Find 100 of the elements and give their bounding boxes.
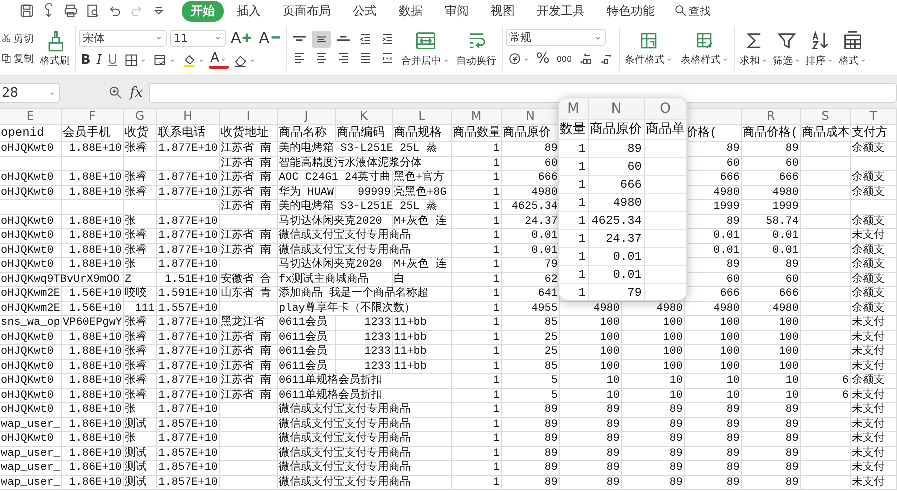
zoom-button[interactable] xyxy=(108,85,124,101)
merge-center-button[interactable]: 合并居中 xyxy=(400,28,452,68)
column-header[interactable]: E xyxy=(0,109,62,125)
font-name-dropdown[interactable]: 宋体 xyxy=(79,30,167,46)
table-style-button[interactable]: 表格样式 xyxy=(679,30,732,68)
column-header[interactable]: L xyxy=(393,109,452,125)
increase-font-button[interactable]: A xyxy=(229,28,254,48)
empty-cell xyxy=(220,461,278,476)
table-cell: 1 xyxy=(452,388,502,403)
table-cell: 未支付 xyxy=(851,476,897,490)
empty-cell xyxy=(801,360,851,374)
column-header[interactable]: S xyxy=(801,109,851,125)
table-cell: 1.88E+10 xyxy=(62,258,124,272)
table-cell: 89 xyxy=(685,446,742,461)
table-cell: 1233 xyxy=(336,316,393,330)
table-cell: oHJQKwm2E xyxy=(0,302,62,316)
table-cell: 100 xyxy=(560,316,622,330)
table-cell: 89 xyxy=(742,258,801,272)
table-cell: oHJQKwt0 xyxy=(0,229,62,244)
table-cell: 1.857E+10 xyxy=(157,418,220,432)
column-header[interactable]: M xyxy=(452,109,502,125)
search-button[interactable]: 查找 xyxy=(674,0,711,22)
table-cell: oHJQKwt0 xyxy=(0,214,62,229)
table-cell: wap_user_ xyxy=(0,476,62,490)
cut-button[interactable]: 剪切 xyxy=(0,30,35,46)
underline-button[interactable]: U xyxy=(106,52,120,69)
table-cell: 未支付 xyxy=(851,345,897,360)
ribbon-tab[interactable]: 视图 xyxy=(482,0,524,22)
wrap-text-button[interactable]: 自动换行 xyxy=(454,28,499,68)
column-header[interactable]: T xyxy=(851,109,897,125)
column-header[interactable]: I xyxy=(220,109,278,125)
column-header[interactable]: J xyxy=(278,109,336,125)
font-color-button[interactable]: A xyxy=(208,52,230,69)
table-cell: 100 xyxy=(560,330,622,345)
empty-cell xyxy=(851,156,897,171)
empty-cell xyxy=(801,214,851,229)
decrease-font-button[interactable]: A xyxy=(257,28,283,48)
thousands-button[interactable]: 000 xyxy=(554,54,574,64)
table-cell: oHJQKwt0 xyxy=(0,142,62,156)
formula-input[interactable] xyxy=(149,83,897,103)
table-cell: 1 xyxy=(559,140,589,158)
caret-icon xyxy=(168,58,176,63)
table-cell: 江苏省 南 xyxy=(220,156,278,171)
caret-icon xyxy=(220,56,228,62)
ribbon-tab[interactable]: 公式 xyxy=(344,0,386,22)
ribbon-tab[interactable]: 数据 xyxy=(390,0,432,22)
table-cell: oHJQKwt0 xyxy=(0,403,62,418)
column-header[interactable]: K xyxy=(336,109,393,125)
table-cell: 4980 xyxy=(742,302,801,316)
filter-button[interactable]: 筛选 xyxy=(771,28,804,68)
ribbon-tab[interactable]: 页面布局 xyxy=(274,0,340,22)
merge-cells-icon xyxy=(414,30,437,52)
ribbon-tab[interactable]: 审阅 xyxy=(436,0,478,22)
table-cell: 89 xyxy=(685,418,742,432)
table-cell: 1 xyxy=(452,418,502,432)
table-cell: 89 xyxy=(742,476,801,490)
table-header-cell: 联系电话 xyxy=(157,125,220,142)
print-preview-icon xyxy=(85,3,101,19)
table-cell: 89 xyxy=(560,403,622,418)
table-cell: 1.86E+10 xyxy=(62,446,124,461)
table-cell: 测试 xyxy=(124,446,157,461)
copy-button[interactable]: 复制 xyxy=(0,50,35,66)
save-button[interactable] xyxy=(18,2,36,20)
table-cell: wap_user_ xyxy=(0,461,62,476)
column-header[interactable]: F xyxy=(62,109,124,125)
name-box[interactable]: 28 xyxy=(0,83,60,103)
sum-button[interactable]: 求和 xyxy=(738,28,770,68)
conditional-style-button[interactable]: 条件格式 xyxy=(623,30,676,68)
format-painter-button[interactable]: 格式刷 xyxy=(38,28,72,68)
ribbon-tab[interactable]: 插入 xyxy=(228,0,270,22)
italic-button[interactable]: I xyxy=(94,52,104,69)
table-cell: 1.591E+10 xyxy=(157,287,220,302)
table-cell: 60 xyxy=(589,158,645,176)
empty-cell xyxy=(124,156,157,171)
column-header[interactable]: G xyxy=(124,109,157,125)
fx-label[interactable]: fx xyxy=(130,85,144,101)
table-cell: 4980 xyxy=(685,302,742,316)
table-cell: 100 xyxy=(742,330,801,345)
align-middle-button[interactable] xyxy=(312,30,331,48)
table-cell: 89 xyxy=(622,476,685,490)
table-cell: 1.88E+10 xyxy=(62,142,124,156)
format-button[interactable]: 格式 xyxy=(837,28,870,68)
number-format-dropdown[interactable]: 常规 xyxy=(506,29,606,46)
ribbon-tab[interactable]: 开发工具 xyxy=(528,0,594,22)
column-header: M xyxy=(559,98,589,120)
column-header[interactable]: H xyxy=(157,109,220,125)
table-cell: 1 xyxy=(452,476,502,490)
table-header-cell: 商品编码 xyxy=(336,125,393,142)
printer-button[interactable] xyxy=(62,2,80,20)
table-cell: 江苏省 南 xyxy=(220,330,278,345)
column-header[interactable]: N xyxy=(502,109,560,125)
percent-button[interactable]: % xyxy=(534,50,552,68)
ribbon-tab[interactable]: 特色功能 xyxy=(598,0,664,22)
column-header[interactable]: R xyxy=(742,109,801,125)
font-size-dropdown[interactable]: 11 xyxy=(170,30,226,46)
sort-button[interactable]: 排序 xyxy=(804,28,836,68)
bold-button[interactable]: B xyxy=(79,52,93,69)
table-cell: 89 xyxy=(742,461,801,476)
table-header-cell: 商品价格( xyxy=(742,125,801,142)
table-cell: 白 xyxy=(393,272,452,287)
